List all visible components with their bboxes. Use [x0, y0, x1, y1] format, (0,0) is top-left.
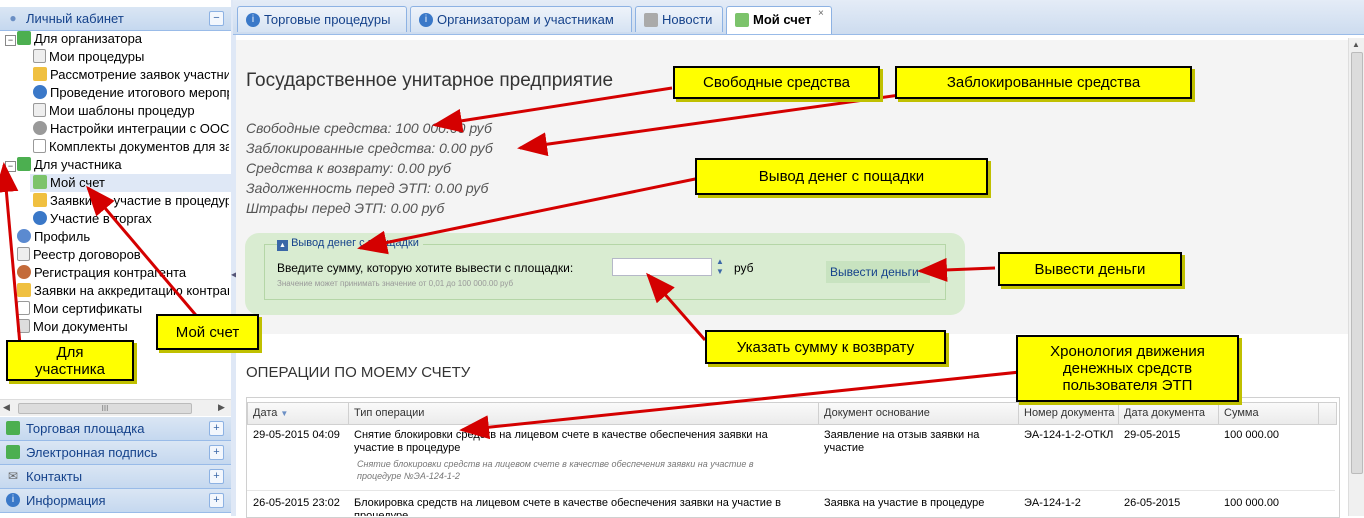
arrow-withdraw-from [357, 176, 701, 255]
callout-for-participant: Для участника [6, 340, 134, 381]
arrow-my-account [86, 185, 202, 321]
callout-my-account: Мой счет [156, 314, 259, 350]
callout-blocked-funds: Заблокированные средства [895, 66, 1192, 99]
arrow-withdraw-money [917, 257, 996, 282]
arrow-for-participant [0, 162, 22, 346]
arrow-chronology [459, 370, 1021, 440]
arrow-specify-amount [646, 272, 707, 341]
callout-specify-amount: Указать сумму к возврату [705, 330, 946, 364]
callout-withdraw-from: Вывод денег с пощадки [695, 158, 988, 195]
callout-withdraw-money: Вывести деньги [998, 252, 1182, 286]
arrow-free-funds [432, 86, 673, 133]
callout-free-funds: Свободные средства [673, 66, 880, 99]
callout-chronology: Хронология движения денежных средств пол… [1016, 335, 1239, 402]
